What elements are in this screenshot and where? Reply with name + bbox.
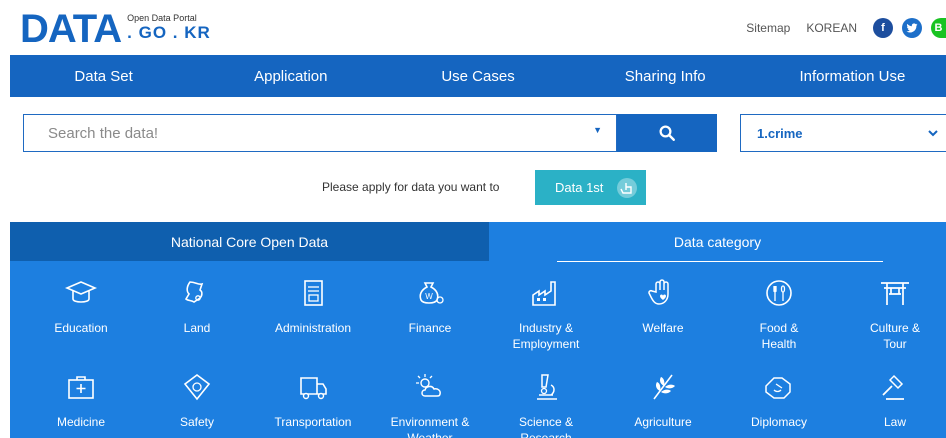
category-environment-weather[interactable]: Environment & Weather [372,372,488,438]
category-transportation[interactable]: Transportation [255,372,371,430]
logo-wordmark: DATA [20,7,122,51]
language-link[interactable]: KOREAN [806,21,857,35]
category-safety[interactable]: Safety [139,372,255,430]
land-map-icon [184,281,204,303]
leaf-icon [653,374,675,400]
hand-click-icon [617,178,637,198]
data-1st-label: Data 1st [555,180,604,195]
sitemap-link[interactable]: Sitemap [746,21,790,35]
utility-links: Sitemap KOREAN f B [746,16,946,40]
category-culture-tour[interactable]: Culture & Tour [837,278,946,352]
category-administration[interactable]: Administration [255,278,371,336]
category-food-health[interactable]: Food & Health [721,278,837,352]
logo-subtitle: Open Data Portal [127,13,197,23]
search-icon [659,125,675,141]
document-icon [304,280,323,306]
search-input[interactable]: Search the data! ▼ [23,114,617,152]
shield-face-icon [183,374,211,401]
data-1st-button[interactable]: Data 1st [535,170,646,205]
hand-heart-icon [648,279,669,305]
factory-icon [532,281,556,306]
graduation-cap-icon [64,281,98,303]
category-education[interactable]: Education [23,278,139,336]
category-science-research[interactable]: Science & Research [488,372,604,438]
nav-item-use-cases[interactable]: Use Cases [384,55,571,97]
nav-item-sharing-info[interactable]: Sharing Info [572,55,759,97]
tab-data-category[interactable]: Data category [489,222,946,262]
tab-active-underline [557,261,883,262]
tab-national-core-open-data[interactable]: National Core Open Data [10,222,489,261]
microscope-icon [537,374,557,400]
nav-item-information-use[interactable]: Information Use [759,55,946,97]
search-button[interactable] [617,114,717,152]
category-law[interactable]: Law [837,372,946,430]
facebook-icon[interactable]: f [873,18,893,38]
select-value: 1.crime [757,126,803,141]
handshake-icon [765,377,791,399]
nav-item-data-set[interactable]: Data Set [10,55,197,97]
category-panel: National Core Open Data Data category Ed… [10,222,946,438]
twitter-icon[interactable] [902,18,922,38]
category-finance[interactable]: W Finance [372,278,488,336]
search-placeholder: Search the data! [48,125,159,142]
keyword-select[interactable]: 1.crime [740,114,946,152]
nav-item-application[interactable]: Application [197,55,384,97]
tab-data-category-label: Data category [673,233,762,250]
main-nav: Data Set Application Use Cases Sharing I… [10,55,946,97]
apply-prompt: Please apply for data you want to [322,180,500,194]
blog-icon[interactable]: B [931,18,946,38]
top-bar: DATA Open Data Portal . GO . KR Sitemap … [0,0,946,55]
category-industry-employment[interactable]: Industry & Employment [488,278,604,352]
gate-icon [881,282,909,305]
chevron-down-icon [928,130,938,137]
category-agriculture[interactable]: Agriculture [605,372,721,430]
site-logo[interactable]: DATA Open Data Portal . GO . KR [20,7,211,51]
money-bag-icon: W [419,282,444,304]
category-diplomacy[interactable]: Diplomacy [721,372,837,430]
sun-cloud-icon [416,374,441,397]
gavel-icon [882,374,904,400]
category-welfare[interactable]: Welfare [605,278,721,336]
svg-text:W: W [425,292,433,301]
panel-tabs: National Core Open Data Data category [10,222,946,262]
logo-domain: . GO . KR [127,23,211,42]
category-medicine[interactable]: Medicine [23,372,139,430]
fork-spoon-icon [766,280,792,306]
truck-icon [300,377,327,400]
category-land[interactable]: Land [139,278,255,336]
first-aid-kit-icon [68,376,94,399]
search-dropdown-caret-icon[interactable]: ▼ [593,125,602,135]
